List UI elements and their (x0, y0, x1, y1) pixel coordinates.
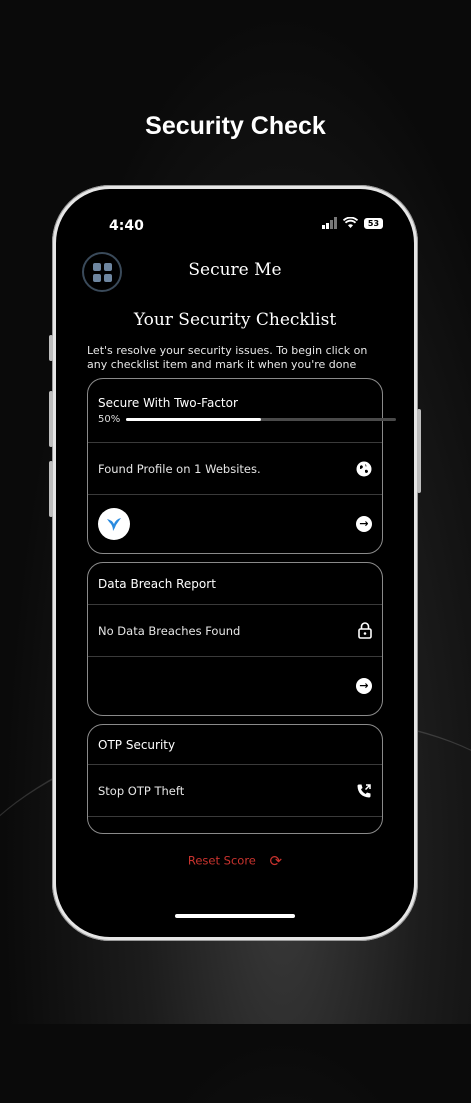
power-button (417, 409, 421, 493)
otp-theft-row[interactable]: Stop OTP Theft (88, 765, 382, 817)
two-factor-progress: 50% (98, 414, 397, 425)
otp-title: OTP Security (98, 737, 176, 752)
volume-down-button (49, 461, 53, 517)
status-icons: 53 (322, 217, 383, 229)
wifi-icon (343, 217, 358, 228)
volume-up-button (49, 391, 53, 447)
otp-card[interactable]: OTP Security Stop OTP Theft (87, 724, 383, 834)
progress-fill (126, 418, 262, 421)
battery-icon: 53 (364, 217, 383, 229)
phone-frame: 4:40 53 Secure Me Your Security Checklis… (49, 185, 421, 941)
bird-logo-icon (98, 508, 130, 540)
reset-score-label: Reset Score (187, 853, 256, 868)
phone-call-icon (357, 783, 371, 797)
refresh-icon: ⟳ (269, 852, 283, 870)
data-breach-title: Data Breach Report (98, 576, 216, 591)
breach-action-row[interactable]: → (88, 657, 382, 715)
two-factor-header[interactable]: Secure With Two-Factor 50% (88, 379, 397, 443)
lock-icon (358, 622, 372, 639)
otp-card-footer (88, 817, 382, 833)
profile-found-row[interactable]: Found Profile on 1 Websites. (88, 443, 382, 495)
data-breach-card[interactable]: Data Breach Report No Data Breaches Foun… (87, 562, 383, 716)
arrow-right-icon[interactable]: → (356, 516, 372, 532)
otp-theft-text: Stop OTP Theft (98, 783, 185, 798)
checklist-intro: Let's resolve your security issues. To b… (87, 344, 368, 371)
profile-found-text: Found Profile on 1 Websites. (98, 461, 261, 476)
breach-status-row[interactable]: No Data Breaches Found (88, 605, 382, 657)
signal-icon (322, 217, 337, 229)
two-factor-action-row[interactable]: → (88, 495, 382, 553)
arrow-right-icon[interactable]: → (356, 678, 372, 694)
progress-percent: 50% (98, 414, 121, 425)
two-factor-card[interactable]: Secure With Two-Factor 50% Found Profile… (87, 378, 397, 554)
phone-screen: 4:40 53 Secure Me Your Security Checklis… (65, 198, 405, 928)
reset-score-button[interactable]: Reset Score ⟳ (65, 852, 405, 870)
breach-status-text: No Data Breaches Found (98, 623, 241, 638)
globe-icon (356, 461, 372, 476)
home-indicator[interactable] (175, 914, 295, 918)
app-title: Secure Me (188, 260, 282, 280)
status-time: 4:40 (109, 218, 144, 234)
otp-header[interactable]: OTP Security (88, 725, 382, 765)
progress-bar (126, 418, 397, 421)
page-headline: Security Check (145, 112, 326, 140)
checklist-title: Your Security Checklist (133, 310, 337, 330)
data-breach-header[interactable]: Data Breach Report (88, 563, 382, 605)
two-factor-title: Secure With Two-Factor (98, 396, 238, 410)
silent-switch (49, 335, 53, 361)
